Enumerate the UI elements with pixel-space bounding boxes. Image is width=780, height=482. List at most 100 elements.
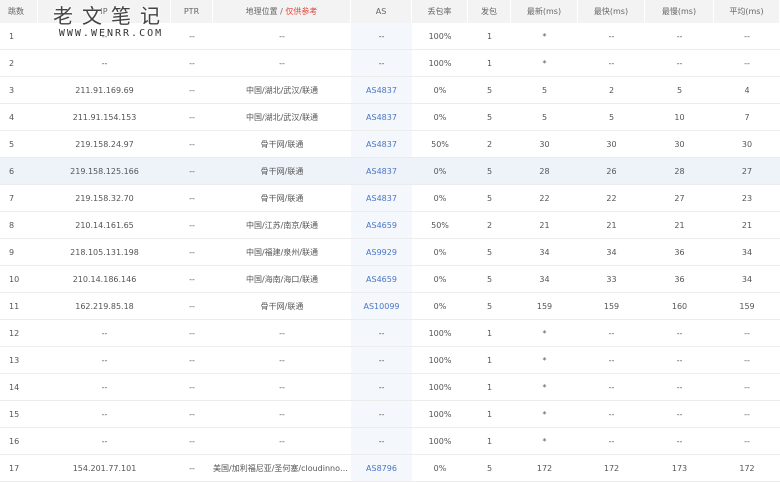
cell-worst: 36 (645, 239, 714, 266)
cell-avg: 7 (714, 104, 780, 131)
cell-ip: -- (38, 374, 171, 401)
cell-last: 21 (511, 212, 578, 239)
cell-avg: 21 (714, 212, 780, 239)
table-row: 7 219.158.32.70 -- 骨干网/联通 AS4837 0% 5 22 22 27 23 (0, 185, 780, 212)
cell-last: 172 (511, 455, 578, 482)
as-link: -- (378, 436, 385, 446)
cell-location: 中国/湖北/武汉/联通 (213, 104, 351, 131)
cell-hop: 14 (0, 374, 38, 401)
as-link[interactable]: AS4659 (366, 275, 397, 284)
cell-last: * (511, 50, 578, 77)
cell-last: 5 (511, 104, 578, 131)
as-link: -- (378, 58, 385, 68)
header-avg: 平均(ms) (714, 0, 780, 23)
cell-hop: 4 (0, 104, 38, 131)
cell-sent: 5 (468, 239, 511, 266)
cell-sent: 5 (468, 266, 511, 293)
header-loss: 丢包率 (412, 0, 468, 23)
cell-avg: -- (714, 320, 780, 347)
cell-last: 30 (511, 131, 578, 158)
cell-loss: 0% (412, 455, 468, 482)
cell-location: 骨干网/联通 (213, 158, 351, 185)
cell-ptr: -- (171, 212, 213, 239)
cell-loss: 0% (412, 266, 468, 293)
cell-best: 30 (578, 131, 645, 158)
cell-loss: 0% (412, 77, 468, 104)
header-location-note: 仅供参考 (285, 7, 318, 16)
cell-ip: 210.14.161.65 (38, 212, 171, 239)
cell-as: AS4837 (351, 185, 412, 212)
cell-last: * (511, 320, 578, 347)
as-link[interactable]: AS4837 (366, 86, 397, 95)
cell-ip: -- (38, 320, 171, 347)
as-link[interactable]: AS4837 (366, 194, 397, 203)
cell-as: -- (351, 401, 412, 428)
cell-last: * (511, 23, 578, 50)
cell-ptr: -- (171, 104, 213, 131)
cell-sent: 1 (468, 347, 511, 374)
as-link[interactable]: AS9929 (366, 248, 397, 257)
cell-last: * (511, 428, 578, 455)
cell-ip: 219.158.125.166 (38, 158, 171, 185)
cell-avg: 34 (714, 266, 780, 293)
header-best: 最快(ms) (578, 0, 645, 23)
cell-hop: 10 (0, 266, 38, 293)
cell-last: 34 (511, 266, 578, 293)
as-link[interactable]: AS8796 (366, 464, 397, 473)
cell-ip: 219.158.32.70 (38, 185, 171, 212)
table-row: 3 211.91.169.69 -- 中国/湖北/武汉/联通 AS4837 0% 5 5 2 5 4 (0, 77, 780, 104)
cell-avg: 159 (714, 293, 780, 320)
cell-ptr: -- (171, 320, 213, 347)
cell-as: AS8796 (351, 455, 412, 482)
cell-last: 28 (511, 158, 578, 185)
as-link: -- (378, 409, 385, 419)
cell-avg: -- (714, 347, 780, 374)
table-row: 8 210.14.161.65 -- 中国/江苏/南京/联通 AS4659 50% 2 21 2… (0, 212, 780, 239)
cell-hop: 9 (0, 239, 38, 266)
cell-avg: 34 (714, 239, 780, 266)
as-link[interactable]: AS4659 (366, 221, 397, 230)
header-as: AS (351, 0, 412, 23)
cell-best: 26 (578, 158, 645, 185)
cell-ptr: -- (171, 428, 213, 455)
cell-location: -- (213, 428, 351, 455)
cell-ip: -- (38, 50, 171, 77)
cell-best: 34 (578, 239, 645, 266)
cell-sent: 1 (468, 50, 511, 77)
cell-ptr: -- (171, 455, 213, 482)
cell-location: 美国/加利福尼亚/圣何塞/cloudinnovation.org (213, 455, 351, 482)
cell-hop: 8 (0, 212, 38, 239)
as-link: -- (378, 31, 385, 41)
cell-worst: 30 (645, 131, 714, 158)
as-link[interactable]: AS4837 (366, 140, 397, 149)
cell-loss: 100% (412, 401, 468, 428)
cell-ip: 211.91.154.153 (38, 104, 171, 131)
cell-worst: -- (645, 23, 714, 50)
cell-sent: 5 (468, 77, 511, 104)
cell-ptr: -- (171, 266, 213, 293)
cell-loss: 0% (412, 104, 468, 131)
cell-hop: 1 (0, 23, 38, 50)
cell-as: AS9929 (351, 239, 412, 266)
cell-hop: 7 (0, 185, 38, 212)
table-row: 12 -- -- -- -- 100% 1 * -- -- -- (0, 320, 780, 347)
cell-sent: 5 (468, 158, 511, 185)
cell-hop: 17 (0, 455, 38, 482)
cell-avg: 23 (714, 185, 780, 212)
cell-ip: -- (38, 23, 171, 50)
cell-best: 159 (578, 293, 645, 320)
table-row: 15 -- -- -- -- 100% 1 * -- -- -- (0, 401, 780, 428)
header-hop: 跳数 (0, 0, 38, 23)
cell-ptr: -- (171, 50, 213, 77)
cell-as: -- (351, 23, 412, 50)
as-link[interactable]: AS4837 (366, 167, 397, 176)
cell-best: 2 (578, 77, 645, 104)
as-link[interactable]: AS10099 (364, 302, 400, 311)
as-link[interactable]: AS4837 (366, 113, 397, 122)
cell-best: -- (578, 347, 645, 374)
cell-sent: 5 (468, 104, 511, 131)
cell-location: 中国/海南/海口/联通 (213, 266, 351, 293)
cell-loss: 0% (412, 185, 468, 212)
cell-as: AS10099 (351, 293, 412, 320)
header-location: 地理位置 / 仅供参考 (213, 0, 351, 23)
